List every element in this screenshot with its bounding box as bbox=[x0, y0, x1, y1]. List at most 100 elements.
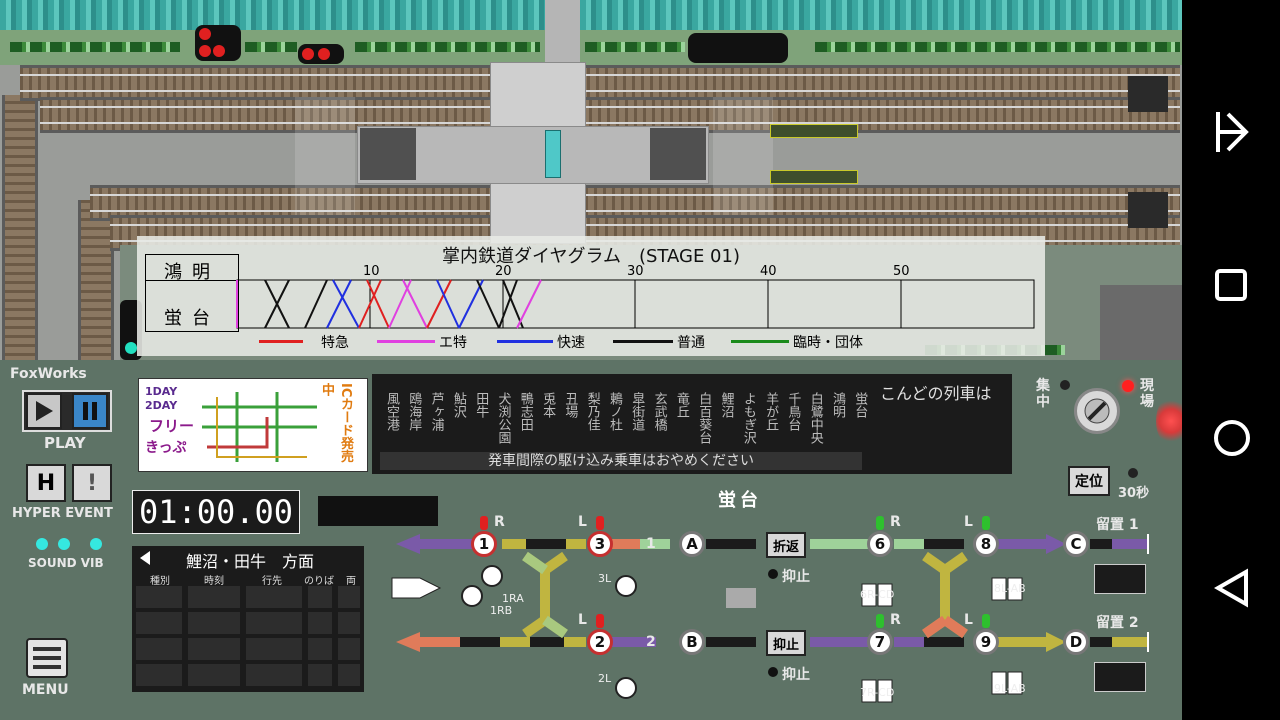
switch-1rb: 1RB bbox=[490, 604, 513, 617]
ad-ic-card: ICカード発売中 bbox=[319, 383, 353, 463]
signal-r1: R bbox=[494, 514, 505, 530]
menu-button[interactable] bbox=[26, 638, 68, 678]
destination-10: 鶫ノ杜 bbox=[607, 392, 622, 431]
control-panel: FoxWorks PLAY H ! HYPER EVENT SOUND VIB … bbox=[0, 360, 1182, 720]
departure-cell bbox=[188, 586, 240, 608]
fold-button-top[interactable]: 折返 bbox=[766, 532, 806, 558]
departure-cell bbox=[246, 586, 302, 608]
fold-button-bottom[interactable]: 抑止 bbox=[766, 630, 806, 656]
departure-cell bbox=[338, 612, 360, 634]
departure-board: 鯉沼・田牛 方面 種別 時刻 行先 のりば 両 bbox=[132, 546, 364, 692]
game-screen: 掌内鉄道ダイヤグラム (STAGE 01) 鴻明 蛍台 10 20 30 40 … bbox=[0, 0, 1182, 720]
col-dest: 行先 bbox=[262, 576, 282, 587]
switch-area bbox=[713, 97, 773, 215]
departure-cell bbox=[246, 638, 302, 660]
destination-11: 皐街道 bbox=[629, 392, 645, 431]
switch-7r: 7R-CD bbox=[860, 686, 895, 699]
recent-apps-icon[interactable] bbox=[1214, 268, 1248, 302]
destination-12: 玄武橋 bbox=[651, 392, 667, 431]
ad-line3: フリー bbox=[149, 417, 195, 435]
legend-tokkyu: 特急 bbox=[321, 335, 349, 351]
siding-2-label: 留置 2 bbox=[1096, 615, 1139, 631]
node-3[interactable]: 3 bbox=[587, 531, 613, 557]
road bbox=[1100, 285, 1182, 360]
buffer-stop bbox=[1128, 76, 1168, 112]
pause-button[interactable] bbox=[72, 393, 108, 429]
node-2[interactable]: 2 bbox=[587, 629, 613, 655]
destination-17: 羊が丘 bbox=[763, 392, 779, 431]
event-button[interactable]: ! bbox=[72, 464, 112, 502]
track-curve-left bbox=[2, 95, 38, 360]
node-6[interactable]: 6 bbox=[867, 531, 893, 557]
teii-lamp bbox=[1128, 468, 1138, 478]
departure-cell bbox=[338, 586, 360, 608]
destination-0: 風空港 bbox=[384, 392, 399, 431]
node-1[interactable]: 1 bbox=[471, 531, 497, 557]
node-7[interactable]: 7 bbox=[867, 629, 893, 655]
destination-19: 白鷺中央 bbox=[807, 392, 823, 444]
vib-indicator[interactable] bbox=[90, 538, 102, 550]
switch-8l: 8L-AB bbox=[994, 582, 1026, 595]
buffer-stop bbox=[1128, 192, 1168, 228]
route-map-icon bbox=[202, 392, 317, 462]
hyper-button[interactable]: H bbox=[26, 464, 66, 502]
direction-label: 鯉沼・田牛 方面 bbox=[186, 552, 315, 571]
switch-6r: 6R-CD bbox=[860, 588, 895, 601]
destination-16: よもぎ沢 bbox=[740, 392, 756, 444]
departure-cell bbox=[188, 664, 240, 686]
app-exit-icon[interactable] bbox=[1214, 108, 1250, 156]
play-button[interactable] bbox=[26, 393, 62, 429]
siding-2-box[interactable] bbox=[1094, 662, 1146, 692]
siding-1-box[interactable] bbox=[1094, 564, 1146, 594]
home-icon[interactable] bbox=[1212, 418, 1252, 458]
system-nav-bar bbox=[1182, 0, 1280, 720]
destination-13: 竜丘 bbox=[673, 392, 689, 418]
switch-2l: 2L bbox=[598, 672, 612, 685]
signal-r7: R bbox=[890, 612, 901, 628]
departure-cell bbox=[188, 638, 240, 660]
destination-4: 田牛 bbox=[473, 392, 489, 418]
node-A[interactable]: A bbox=[679, 531, 705, 557]
inhibit-bottom: 抑止 bbox=[782, 667, 810, 683]
signal-l3: L bbox=[578, 514, 587, 530]
node-B[interactable]: B bbox=[679, 629, 705, 655]
node-9[interactable]: 9 bbox=[973, 629, 999, 655]
destination-3: 鮎沢 bbox=[450, 392, 466, 418]
track-map: 掌内鉄道ダイヤグラム (STAGE 01) 鴻明 蛍台 10 20 30 40 … bbox=[0, 0, 1182, 360]
river-right bbox=[580, 0, 1182, 30]
track-num-2: 2 bbox=[646, 634, 656, 650]
clock: 01:00.00 bbox=[132, 490, 300, 534]
vib-indicator[interactable] bbox=[58, 538, 70, 550]
hedge bbox=[585, 42, 685, 52]
node-D[interactable]: D bbox=[1063, 629, 1089, 655]
legend-line-rinji bbox=[731, 340, 789, 343]
pause-icon bbox=[83, 402, 97, 420]
platform-roof-left bbox=[360, 128, 416, 180]
destination-14: 白百葵台 bbox=[696, 392, 712, 444]
hedge bbox=[815, 42, 1180, 52]
diagram-grid bbox=[236, 279, 1035, 329]
elevator bbox=[545, 130, 561, 178]
mode-centralized: 集中 bbox=[1036, 378, 1050, 410]
signal-lamp-red bbox=[199, 28, 211, 40]
knob-icon bbox=[1084, 398, 1110, 424]
destination-2: 芦ヶ浦 bbox=[428, 392, 444, 431]
switch-3l: 3L bbox=[598, 572, 612, 585]
mode-local: 現場 bbox=[1140, 378, 1154, 410]
back-icon[interactable] bbox=[1214, 568, 1250, 608]
prev-direction-icon[interactable] bbox=[138, 550, 152, 566]
legend-line-kaisoku bbox=[497, 340, 553, 343]
destination-15: 鯉沼 bbox=[718, 392, 734, 418]
signal-lamp-green bbox=[125, 342, 137, 354]
track-curve-left-inner bbox=[78, 200, 114, 360]
river-left bbox=[0, 0, 545, 30]
signal-lamp-red bbox=[213, 45, 225, 57]
mode-switch-knob[interactable] bbox=[1074, 388, 1120, 434]
node-8[interactable]: 8 bbox=[973, 531, 999, 557]
crossing-road bbox=[545, 0, 580, 65]
teii-button[interactable]: 定位 bbox=[1068, 466, 1110, 496]
sound-indicator[interactable] bbox=[36, 538, 48, 550]
switch-area bbox=[295, 97, 355, 215]
hedge bbox=[10, 42, 180, 52]
node-C[interactable]: C bbox=[1063, 531, 1089, 557]
